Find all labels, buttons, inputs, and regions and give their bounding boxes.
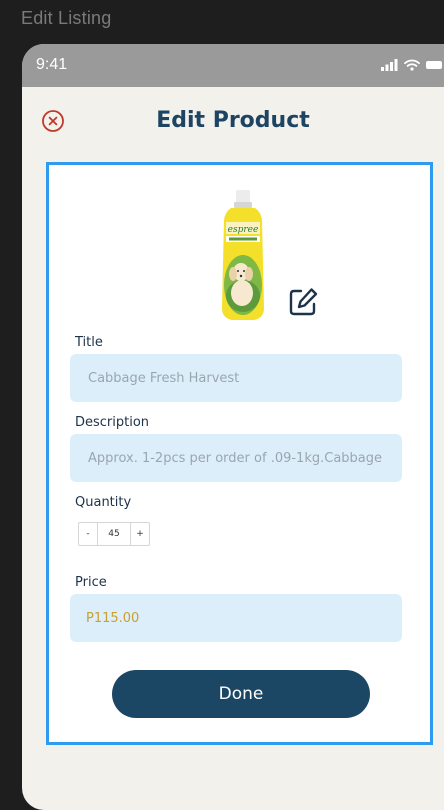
quantity-label: Quantity [75, 495, 132, 510]
price-field[interactable]: P115.00 [70, 594, 402, 642]
wifi-icon [404, 59, 420, 71]
status-icons [381, 58, 442, 72]
svg-text:espree: espree [228, 225, 259, 235]
shampoo-bottle-image: espree [222, 190, 264, 320]
title-field[interactable]: Cabbage Fresh Harvest [70, 354, 402, 402]
cellular-signal-icon [381, 59, 398, 71]
status-bar: 9:41 [22, 44, 444, 87]
window-title: Edit Listing [21, 8, 112, 28]
phone-frame: 9:41 Edit Product espree Title Cabbage F… [22, 44, 444, 810]
done-button[interactable]: Done [112, 670, 370, 718]
edit-pencil-icon [289, 288, 318, 316]
battery-icon [426, 61, 442, 69]
quantity-stepper: - 45 + [78, 522, 150, 546]
quantity-increment-button[interactable]: + [131, 523, 149, 545]
edit-product-card: espree Title Cabbage Fresh Harvest Descr… [46, 162, 433, 745]
description-field[interactable]: Approx. 1-2pcs per order of .09-1kg.Cabb… [70, 434, 402, 482]
quantity-value[interactable]: 45 [97, 523, 131, 545]
title-label: Title [75, 335, 103, 350]
quantity-decrement-button[interactable]: - [79, 523, 97, 545]
status-time: 9:41 [36, 56, 68, 73]
page-title: Edit Product [156, 108, 310, 133]
edit-image-button[interactable] [287, 286, 319, 318]
description-label: Description [75, 415, 150, 430]
price-label: Price [75, 575, 107, 590]
